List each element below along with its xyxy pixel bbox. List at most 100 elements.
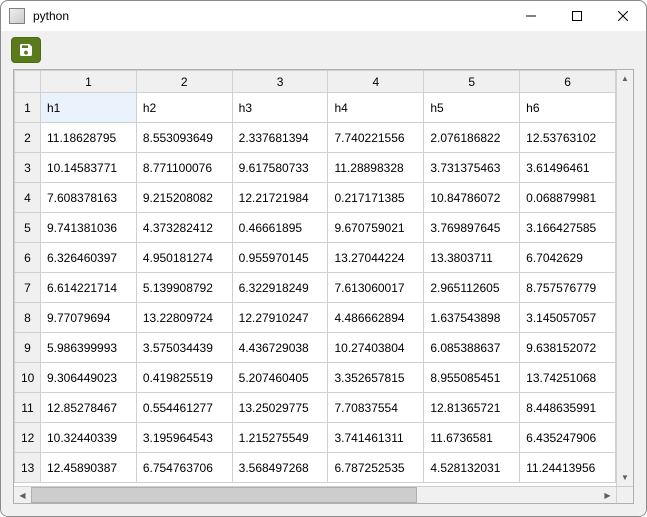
column-header[interactable]: 1 bbox=[41, 71, 137, 93]
scroll-thumb[interactable] bbox=[31, 487, 417, 503]
table-cell[interactable]: 12.53763102 bbox=[520, 123, 616, 153]
table-cell[interactable]: 13.22809724 bbox=[136, 303, 232, 333]
table-cell[interactable]: 4.486662894 bbox=[328, 303, 424, 333]
table-cell[interactable]: 13.74251068 bbox=[520, 363, 616, 393]
scroll-left-icon[interactable]: ◀ bbox=[14, 487, 31, 504]
table-cell[interactable]: 5.139908792 bbox=[136, 273, 232, 303]
column-header[interactable]: 4 bbox=[328, 71, 424, 93]
table-cell[interactable]: 6.326460397 bbox=[41, 243, 137, 273]
table-cell[interactable]: 4.436729038 bbox=[232, 333, 328, 363]
table-cell[interactable]: 7.740221556 bbox=[328, 123, 424, 153]
table-cell[interactable]: 3.731375463 bbox=[424, 153, 520, 183]
vertical-scrollbar[interactable]: ▲ ▼ bbox=[616, 70, 633, 486]
table-cell[interactable]: 10.14583771 bbox=[41, 153, 137, 183]
close-button[interactable] bbox=[600, 1, 646, 31]
table-cell[interactable]: 4.950181274 bbox=[136, 243, 232, 273]
row-header[interactable]: 1 bbox=[15, 93, 41, 123]
row-header[interactable]: 6 bbox=[15, 243, 41, 273]
table-cell[interactable]: 10.27403804 bbox=[328, 333, 424, 363]
table-cell[interactable]: 9.215208082 bbox=[136, 183, 232, 213]
scroll-up-icon[interactable]: ▲ bbox=[617, 70, 633, 87]
horizontal-scrollbar[interactable]: ◀ ▶ bbox=[14, 486, 633, 503]
table-cell[interactable]: 7.613060017 bbox=[328, 273, 424, 303]
table-cell[interactable]: 8.553093649 bbox=[136, 123, 232, 153]
table-cell[interactable]: 12.21721984 bbox=[232, 183, 328, 213]
table-cell[interactable]: 12.81365721 bbox=[424, 393, 520, 423]
table-cell[interactable]: h6 bbox=[520, 93, 616, 123]
row-header[interactable]: 11 bbox=[15, 393, 41, 423]
row-header[interactable]: 3 bbox=[15, 153, 41, 183]
table-cell[interactable]: 13.27044224 bbox=[328, 243, 424, 273]
table-cell[interactable]: 12.85278467 bbox=[41, 393, 137, 423]
column-header[interactable]: 6 bbox=[520, 71, 616, 93]
table-cell[interactable]: 8.955085451 bbox=[424, 363, 520, 393]
table-cell[interactable]: h4 bbox=[328, 93, 424, 123]
table-cell[interactable]: 13.3803711 bbox=[424, 243, 520, 273]
table-cell[interactable]: 13.25029775 bbox=[232, 393, 328, 423]
table-cell[interactable]: 12.27910247 bbox=[232, 303, 328, 333]
table-cell[interactable]: 11.28898328 bbox=[328, 153, 424, 183]
row-header[interactable]: 2 bbox=[15, 123, 41, 153]
table-cell[interactable]: 3.769897645 bbox=[424, 213, 520, 243]
scroll-track[interactable] bbox=[31, 487, 599, 503]
table-cell[interactable]: 0.554461277 bbox=[136, 393, 232, 423]
table-cell[interactable]: 6.614221714 bbox=[41, 273, 137, 303]
row-header[interactable]: 7 bbox=[15, 273, 41, 303]
table-corner[interactable] bbox=[15, 71, 41, 93]
row-header[interactable]: 9 bbox=[15, 333, 41, 363]
table-cell[interactable]: 2.076186822 bbox=[424, 123, 520, 153]
table-cell[interactable]: 10.84786072 bbox=[424, 183, 520, 213]
table-cell[interactable]: 4.373282412 bbox=[136, 213, 232, 243]
table-cell[interactable]: 0.955970145 bbox=[232, 243, 328, 273]
minimize-button[interactable] bbox=[508, 1, 554, 31]
table-cell[interactable]: 11.18628795 bbox=[41, 123, 137, 153]
column-header[interactable]: 3 bbox=[232, 71, 328, 93]
table-cell[interactable]: 1.215275549 bbox=[232, 423, 328, 453]
table-cell[interactable]: 9.638152072 bbox=[520, 333, 616, 363]
table-cell[interactable]: 8.771100076 bbox=[136, 153, 232, 183]
table-cell[interactable]: 6.322918249 bbox=[232, 273, 328, 303]
table-cell[interactable]: 3.195964543 bbox=[136, 423, 232, 453]
table-cell[interactable]: 6.7042629 bbox=[520, 243, 616, 273]
column-header[interactable]: 2 bbox=[136, 71, 232, 93]
row-header[interactable]: 4 bbox=[15, 183, 41, 213]
row-header[interactable]: 10 bbox=[15, 363, 41, 393]
table-cell[interactable]: 0.068879981 bbox=[520, 183, 616, 213]
table-cell[interactable]: 5.986399993 bbox=[41, 333, 137, 363]
table-cell[interactable]: 9.670759021 bbox=[328, 213, 424, 243]
table-cell[interactable]: 3.145057057 bbox=[520, 303, 616, 333]
row-header[interactable]: 12 bbox=[15, 423, 41, 453]
row-header[interactable]: 13 bbox=[15, 453, 41, 483]
table-cell[interactable]: 9.306449023 bbox=[41, 363, 137, 393]
table-cell[interactable]: 3.575034439 bbox=[136, 333, 232, 363]
table-cell[interactable]: 11.24413956 bbox=[520, 453, 616, 483]
save-button[interactable] bbox=[11, 37, 41, 63]
titlebar[interactable]: python bbox=[1, 1, 646, 31]
table-cell[interactable]: 6.085388637 bbox=[424, 333, 520, 363]
table-cell[interactable]: h5 bbox=[424, 93, 520, 123]
table-cell[interactable]: 6.787252535 bbox=[328, 453, 424, 483]
table-cell[interactable]: 8.448635991 bbox=[520, 393, 616, 423]
table-cell[interactable]: 3.166427585 bbox=[520, 213, 616, 243]
table-cell[interactable]: 11.6736581 bbox=[424, 423, 520, 453]
table-cell[interactable]: h1 bbox=[41, 93, 137, 123]
table-cell[interactable]: 8.757576779 bbox=[520, 273, 616, 303]
table-cell[interactable]: h2 bbox=[136, 93, 232, 123]
table-cell[interactable]: 9.77079694 bbox=[41, 303, 137, 333]
table-cell[interactable]: 7.608378163 bbox=[41, 183, 137, 213]
table-cell[interactable]: 6.754763706 bbox=[136, 453, 232, 483]
data-table[interactable]: 1234561h1h2h3h4h5h6211.186287958.5530936… bbox=[14, 70, 616, 483]
table-cell[interactable]: 6.435247906 bbox=[520, 423, 616, 453]
table-cell[interactable]: 3.61496461 bbox=[520, 153, 616, 183]
table-cell[interactable]: 0.46661895 bbox=[232, 213, 328, 243]
table-cell[interactable]: 3.568497268 bbox=[232, 453, 328, 483]
table-cell[interactable]: 4.528132031 bbox=[424, 453, 520, 483]
table-cell[interactable]: 1.637543898 bbox=[424, 303, 520, 333]
table-cell[interactable]: 9.617580733 bbox=[232, 153, 328, 183]
table-cell[interactable]: 2.965112605 bbox=[424, 273, 520, 303]
column-header[interactable]: 5 bbox=[424, 71, 520, 93]
scroll-right-icon[interactable]: ▶ bbox=[599, 487, 616, 504]
table-cell[interactable]: 5.207460405 bbox=[232, 363, 328, 393]
table-cell[interactable]: 2.337681394 bbox=[232, 123, 328, 153]
table-cell[interactable]: 7.70837554 bbox=[328, 393, 424, 423]
